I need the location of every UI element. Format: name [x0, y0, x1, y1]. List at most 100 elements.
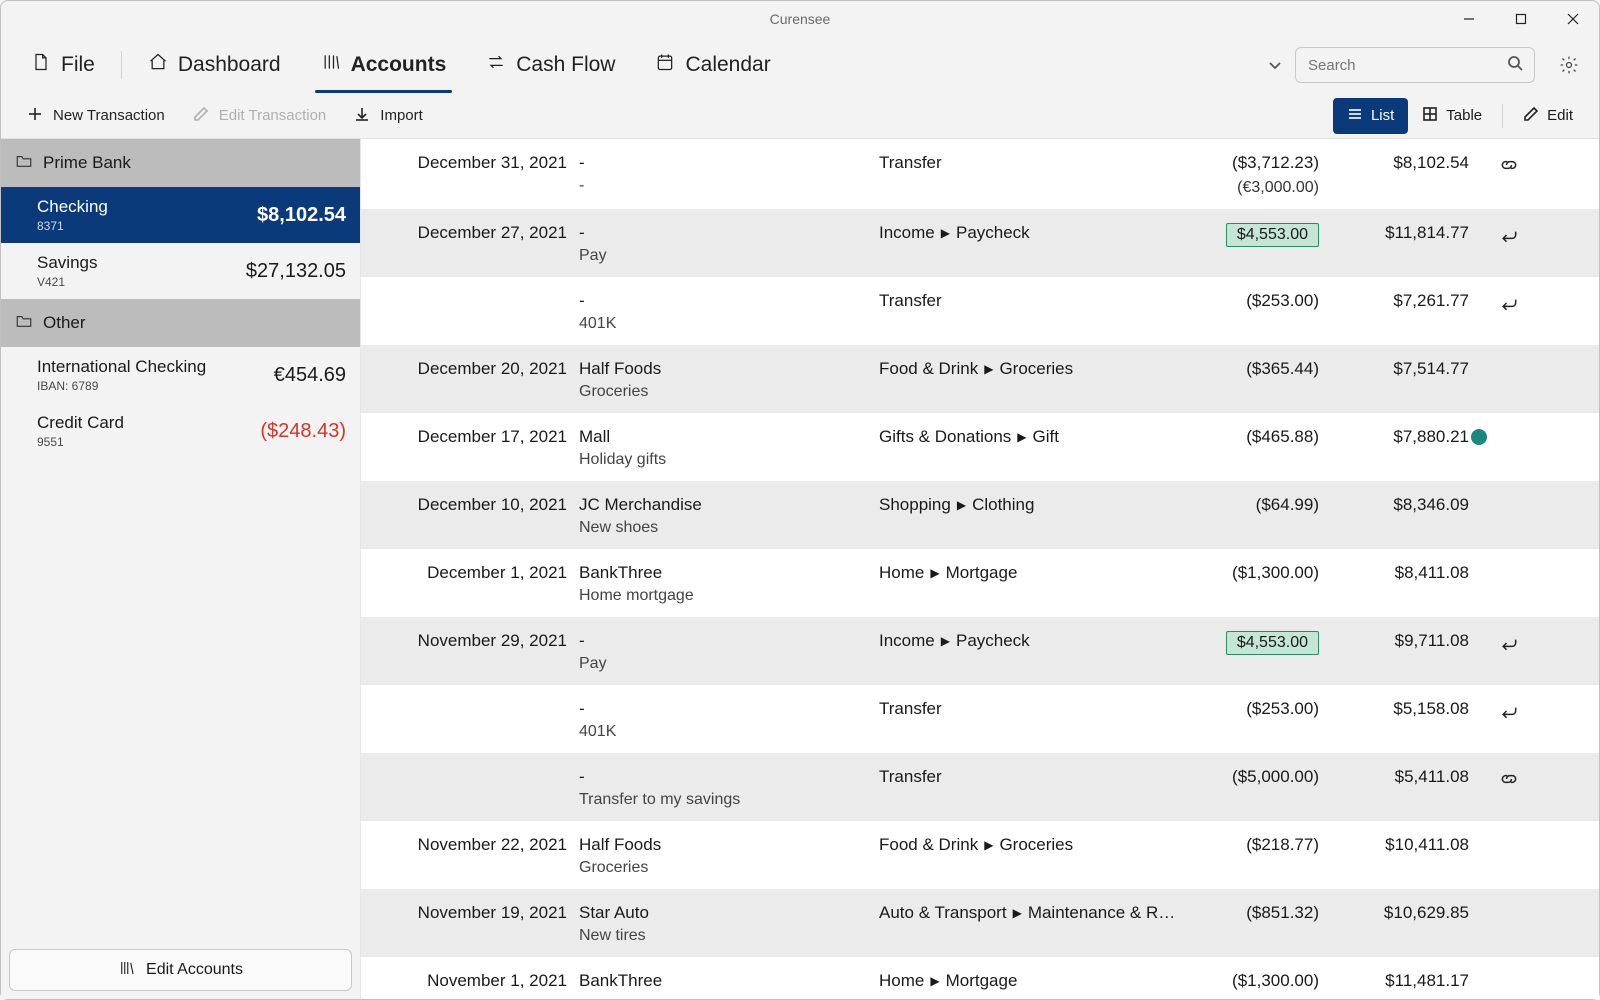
transaction-amount: $4,553.00 — [1189, 629, 1319, 655]
transaction-list[interactable]: December 31, 2021 - - Transfer ($3,712.2… — [361, 139, 1599, 999]
transaction-date: December 31, 2021 — [379, 151, 579, 173]
tab-cashflow[interactable]: Cash Flow — [466, 37, 635, 93]
overflow-chevron[interactable] — [1255, 57, 1295, 73]
tab-accounts[interactable]: Accounts — [301, 37, 467, 93]
transaction-row[interactable]: December 17, 2021 Mall Holiday gifts Gif… — [361, 413, 1599, 481]
search-input[interactable] — [1308, 57, 1507, 74]
account-item[interactable]: International Checking IBAN: 6789 €454.6… — [1, 347, 360, 403]
new-transaction-button[interactable]: New Transaction — [13, 98, 179, 134]
transaction-amount: ($465.88) — [1189, 425, 1319, 447]
transaction-link[interactable] — [1489, 765, 1529, 794]
transaction-payee: BankThree — [579, 563, 879, 583]
swap-icon — [486, 52, 506, 78]
books-icon — [118, 959, 136, 982]
transaction-row[interactable]: December 27, 2021 - Pay Income ▶ Paychec… — [361, 209, 1599, 277]
transaction-balance: $10,629.85 — [1319, 901, 1469, 923]
group-name: Prime Bank — [43, 153, 131, 173]
transaction-link[interactable] — [1489, 289, 1529, 318]
plus-icon — [27, 106, 43, 126]
transaction-amount: ($218.77) — [1189, 833, 1319, 855]
account-item[interactable]: Checking 8371 $8,102.54 — [1, 187, 360, 243]
account-name: International Checking — [37, 357, 206, 377]
account-name: Credit Card — [37, 413, 124, 433]
transaction-category: Home ▶ Mortgage — [879, 969, 1189, 991]
transaction-date: December 17, 2021 — [379, 425, 579, 447]
transaction-row[interactable]: November 19, 2021 Star Auto New tires Au… — [361, 889, 1599, 957]
transaction-date: November 19, 2021 — [379, 901, 579, 923]
pencil-icon — [1523, 106, 1539, 126]
transaction-link[interactable] — [1489, 425, 1529, 429]
account-group-header[interactable]: Other — [1, 299, 360, 347]
toolbar-divider — [1502, 104, 1503, 128]
transaction-row[interactable]: December 20, 2021 Half Foods Groceries F… — [361, 345, 1599, 413]
transaction-memo: Transfer to my savings — [579, 791, 879, 809]
transaction-link[interactable] — [1489, 221, 1529, 250]
download-icon — [354, 106, 370, 126]
transaction-row[interactable]: - 401K Transfer ($253.00) $5,158.08 — [361, 685, 1599, 753]
tab-file[interactable]: File — [11, 37, 115, 93]
transaction-date: December 20, 2021 — [379, 357, 579, 379]
account-group-header[interactable]: Prime Bank — [1, 139, 360, 187]
transaction-amount: ($3,712.23)(€3,000.00) — [1189, 151, 1319, 197]
tab-calendar[interactable]: Calendar — [635, 37, 790, 93]
transaction-link[interactable] — [1489, 493, 1529, 497]
link-icon — [1499, 155, 1519, 180]
button-label: New Transaction — [53, 107, 165, 124]
transaction-row[interactable]: November 22, 2021 Half Foods Groceries F… — [361, 821, 1599, 889]
home-icon — [148, 52, 168, 78]
transaction-link[interactable] — [1489, 697, 1529, 726]
edit-button[interactable]: Edit — [1509, 98, 1587, 134]
transaction-row[interactable]: - 401K Transfer ($253.00) $7,261.77 — [361, 277, 1599, 345]
window-minimize-button[interactable] — [1443, 1, 1495, 37]
account-sub: 9551 — [37, 435, 124, 449]
transaction-row[interactable]: November 1, 2021 BankThree Home ▶ Mortga… — [361, 957, 1599, 999]
link-icon — [1499, 769, 1519, 794]
transaction-status — [1469, 629, 1489, 633]
transaction-row[interactable]: December 10, 2021 JC Merchandise New sho… — [361, 481, 1599, 549]
return-icon — [1499, 633, 1519, 658]
account-item[interactable]: Credit Card 9551 ($248.43) — [1, 403, 360, 459]
transaction-memo: Groceries — [579, 383, 879, 401]
transaction-status — [1469, 765, 1489, 769]
transaction-payee: - — [579, 699, 879, 719]
button-label: List — [1371, 107, 1394, 124]
account-sub: 8371 — [37, 219, 108, 233]
edit-accounts-button[interactable]: Edit Accounts — [9, 949, 352, 991]
transaction-row[interactable]: November 29, 2021 - Pay Income ▶ Paychec… — [361, 617, 1599, 685]
transaction-memo: 401K — [579, 723, 879, 741]
transaction-row[interactable]: - Transfer to my savings Transfer ($5,00… — [361, 753, 1599, 821]
transaction-payee: BankThree — [579, 971, 879, 991]
account-item[interactable]: Savings V421 $27,132.05 — [1, 243, 360, 299]
table-icon — [1422, 106, 1438, 126]
window-maximize-button[interactable] — [1495, 1, 1547, 37]
folder-icon — [15, 312, 33, 335]
transaction-amount: $4,553.00 — [1189, 221, 1319, 247]
file-icon — [31, 52, 51, 78]
pencil-icon — [193, 106, 209, 126]
view-list-button[interactable]: List — [1333, 98, 1408, 134]
tab-label: File — [61, 53, 95, 77]
view-table-button[interactable]: Table — [1408, 98, 1496, 134]
transaction-row[interactable]: December 31, 2021 - - Transfer ($3,712.2… — [361, 139, 1599, 209]
transaction-payee: - — [579, 153, 879, 173]
window-close-button[interactable] — [1547, 1, 1599, 37]
return-icon — [1499, 225, 1519, 250]
transaction-row[interactable]: December 1, 2021 BankThree Home mortgage… — [361, 549, 1599, 617]
transaction-link[interactable] — [1489, 629, 1529, 658]
account-sub: IBAN: 6789 — [37, 379, 206, 393]
transaction-link[interactable] — [1489, 561, 1529, 565]
transaction-link[interactable] — [1489, 357, 1529, 361]
titlebar: Curensee — [1, 1, 1599, 37]
transaction-link[interactable] — [1489, 151, 1529, 180]
search-input-wrapper[interactable] — [1295, 47, 1535, 83]
transaction-amount: ($1,300.00) — [1189, 561, 1319, 583]
import-button[interactable]: Import — [340, 98, 437, 134]
transaction-link[interactable] — [1489, 969, 1529, 973]
tab-dashboard[interactable]: Dashboard — [128, 37, 301, 93]
button-label: Edit — [1547, 107, 1573, 124]
account-name: Checking — [37, 197, 108, 217]
settings-button[interactable] — [1549, 55, 1589, 75]
toolbar-divider — [121, 51, 122, 79]
transaction-link[interactable] — [1489, 833, 1529, 837]
transaction-link[interactable] — [1489, 901, 1529, 905]
